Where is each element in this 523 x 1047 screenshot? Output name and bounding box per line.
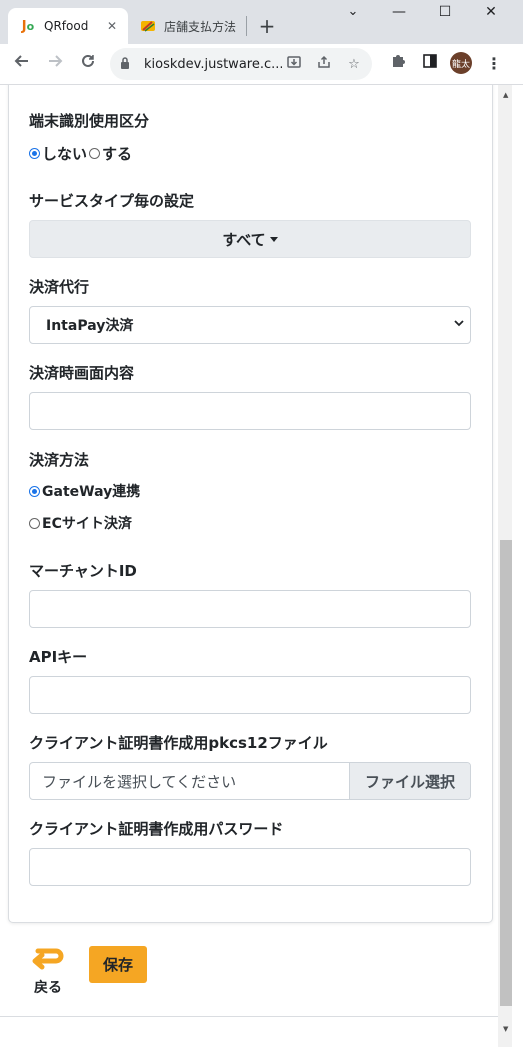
close-tab-icon[interactable]: ✕ (104, 19, 120, 33)
payment-method-gateway-label[interactable]: GateWay連携 (42, 481, 140, 501)
payment-agent-value: IntaPay決済 (46, 318, 134, 334)
terminal-usage-radio-yes[interactable] (89, 148, 101, 159)
service-type-dropdown[interactable]: すべて (29, 220, 471, 258)
payment-method-ec-label[interactable]: ECサイト決済 (42, 513, 132, 533)
api-key-input[interactable] (29, 676, 471, 714)
minimize-button[interactable]: — (376, 4, 422, 20)
close-window-button[interactable]: ✕ (468, 4, 514, 20)
terminal-usage-radio-no[interactable] (29, 148, 40, 159)
payment-screen-label: 決済時画面内容 (29, 364, 135, 382)
client-cert-password-label: クライアント証明書作成用パスワード (29, 820, 284, 838)
merchant-id-input[interactable] (29, 590, 471, 628)
file-select-button[interactable]: ファイル選択 (349, 763, 470, 799)
terminal-usage-option-no-label[interactable]: しない (42, 143, 87, 164)
tab-title: QRfood (44, 19, 89, 33)
side-panel-icon[interactable] (418, 52, 442, 76)
chevron-down-icon (454, 319, 464, 330)
payment-method-radio-ec[interactable] (29, 517, 40, 529)
payment-method-option-gateway[interactable]: GateWay連携 (29, 481, 140, 501)
reload-icon[interactable] (76, 52, 100, 76)
lock-icon (120, 56, 136, 72)
share-icon[interactable] (312, 55, 336, 73)
forward-arrow-icon[interactable] (43, 52, 67, 76)
browser-toolbar: kioskdev.justware.c... ☆ ⋮ (0, 44, 523, 85)
install-app-icon[interactable] (282, 55, 306, 73)
file-placeholder[interactable]: ファイルを選択してください (30, 763, 349, 799)
merchant-id-label: マーチャントID (29, 562, 137, 580)
payment-method-option-ec[interactable]: ECサイト決済 (29, 513, 132, 533)
tab-separator (246, 16, 247, 36)
tab-title: 店舗支払方法 (164, 19, 237, 34)
qrfood-logo-icon: Jo (21, 18, 35, 34)
url-text: kioskdev.justware.c... (144, 56, 282, 72)
tab-strip: Jo QRfood ✕ 店舗支払方法 + ⌄ — ☐ ✕ (0, 0, 523, 44)
client-cert-password-input[interactable] (29, 848, 471, 886)
address-bar[interactable]: kioskdev.justware.c... ☆ (110, 48, 372, 80)
footer-divider (0, 1016, 498, 1017)
tab-store-payment[interactable]: 店舗支払方法 (128, 8, 244, 44)
tab-search-icon[interactable]: ⌄ (330, 4, 376, 19)
client-cert-file-label: クライアント証明書作成用pkcs12ファイル (29, 734, 328, 752)
api-key-label: APIキー (29, 648, 88, 666)
service-type-dropdown-label: すべて (222, 230, 266, 249)
caret-down-icon (269, 236, 278, 242)
terminal-usage-option-yes-label[interactable]: する (102, 143, 132, 164)
payment-screen-input[interactable] (29, 392, 471, 430)
payment-method-radio-gateway[interactable] (29, 485, 40, 497)
payment-method-label: 決済方法 (29, 451, 90, 469)
back-arrow-icon[interactable] (10, 52, 34, 76)
terminal-usage-label: 端末識別使用区分 (29, 112, 150, 130)
return-arrow-icon (30, 945, 66, 975)
page-viewport: 端末識別使用区分 しない する サービスタイプ毎の設定 すべて 決済代行 Int… (0, 85, 523, 1047)
tab-qrfood[interactable]: Jo QRfood ✕ (8, 8, 128, 44)
save-button[interactable]: 保存 (89, 946, 147, 983)
new-tab-button[interactable]: + (256, 14, 278, 38)
back-button[interactable]: 戻る (28, 945, 68, 997)
scroll-down-arrow-icon[interactable]: ▼ (503, 1025, 508, 1033)
scrollbar-thumb[interactable] (500, 540, 512, 1006)
store-favicon-icon (140, 18, 156, 34)
scroll-up-arrow-icon[interactable]: ▲ (503, 91, 508, 99)
client-cert-file-input[interactable]: ファイルを選択してください ファイル選択 (29, 762, 471, 800)
maximize-button[interactable]: ☐ (422, 4, 468, 20)
payment-agent-select[interactable]: IntaPay決済 (29, 306, 471, 344)
browser-menu-icon[interactable]: ⋮ (482, 52, 506, 76)
payment-agent-label: 決済代行 (29, 278, 90, 296)
back-label: 戻る (34, 980, 62, 996)
terminal-usage-options: しない する (29, 143, 132, 164)
profile-avatar[interactable]: 龍太 (450, 52, 472, 74)
extensions-puzzle-icon[interactable] (386, 52, 410, 76)
service-type-label: サービスタイプ毎の設定 (29, 192, 195, 210)
bookmark-star-icon[interactable]: ☆ (342, 57, 366, 72)
